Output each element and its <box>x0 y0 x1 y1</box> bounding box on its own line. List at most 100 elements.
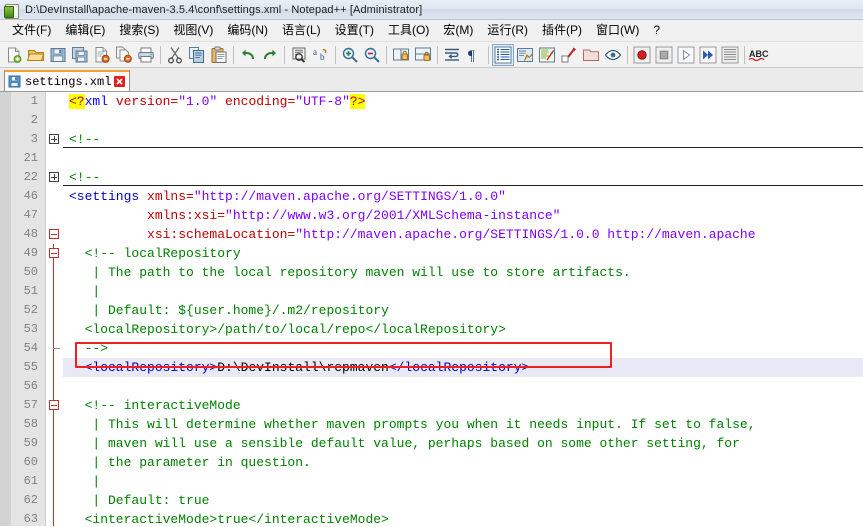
fold-margin[interactable] <box>46 263 63 282</box>
open-file-icon[interactable] <box>25 44 47 66</box>
code-line[interactable]: 46 <settings xmlns="http://maven.apache.o… <box>0 187 863 206</box>
code-text[interactable]: | <box>63 282 863 301</box>
code-line[interactable]: 63 <interactiveMode>true</interactiveMod… <box>0 510 863 526</box>
bookmark-margin[interactable] <box>0 263 11 282</box>
code-text[interactable]: | The path to the local repository maven… <box>63 263 863 282</box>
undo-icon[interactable] <box>237 44 259 66</box>
paste-icon[interactable] <box>208 44 230 66</box>
code-text[interactable]: --> <box>63 339 863 358</box>
fold-margin[interactable] <box>46 225 63 244</box>
find-icon[interactable] <box>288 44 310 66</box>
bookmark-margin[interactable] <box>0 377 11 396</box>
code-line[interactable]: 22 <!-- <box>0 168 863 187</box>
menu-edit[interactable]: 编辑(E) <box>58 21 112 40</box>
code-line[interactable]: 60 | the parameter in question. <box>0 453 863 472</box>
menu-search[interactable]: 搜索(S) <box>112 21 166 40</box>
code-line[interactable]: 59 | maven will use a sensible default v… <box>0 434 863 453</box>
stop-recording-icon[interactable] <box>653 44 675 66</box>
menu-plugins[interactable]: 插件(P) <box>535 21 589 40</box>
code-text[interactable]: <interactiveMode>true</interactiveMode> <box>63 510 863 526</box>
bookmark-margin[interactable] <box>0 320 11 339</box>
fold-margin[interactable] <box>46 187 63 206</box>
user-defined-language-icon[interactable] <box>514 44 536 66</box>
save-macro-icon[interactable] <box>719 44 741 66</box>
save-icon[interactable] <box>47 44 69 66</box>
code-line[interactable]: 21 <box>0 149 863 168</box>
code-line[interactable]: 56 <box>0 377 863 396</box>
code-text[interactable]: <!-- interactiveMode <box>63 396 863 415</box>
bookmark-margin[interactable] <box>0 244 11 263</box>
code-line[interactable]: 48 xsi:schemaLocation="http://maven.apac… <box>0 225 863 244</box>
menu-view[interactable]: 视图(V) <box>166 21 220 40</box>
code-line[interactable]: 61 | <box>0 472 863 491</box>
fold-margin[interactable] <box>46 491 63 510</box>
code-text[interactable]: xsi:schemaLocation="http://maven.apache.… <box>63 225 863 244</box>
fold-margin[interactable] <box>46 472 63 491</box>
cut-icon[interactable] <box>164 44 186 66</box>
code-text[interactable] <box>63 111 863 130</box>
new-file-icon[interactable] <box>3 44 25 66</box>
sync-vertical-scroll-icon[interactable] <box>390 44 412 66</box>
code-text[interactable]: | maven will use a sensible default valu… <box>63 434 863 453</box>
close-file-icon[interactable] <box>91 44 113 66</box>
fold-margin[interactable] <box>46 320 63 339</box>
bookmark-margin[interactable] <box>0 358 11 377</box>
code-text[interactable]: <!-- <box>63 168 863 187</box>
fold-margin[interactable] <box>46 377 63 396</box>
sync-horizontal-scroll-icon[interactable] <box>412 44 434 66</box>
fold-margin[interactable] <box>46 92 63 111</box>
fold-margin[interactable] <box>46 415 63 434</box>
code-line[interactable]: 47 xmlns:xsi="http://www.w3.org/2001/XML… <box>0 206 863 225</box>
code-editor[interactable]: 1 <?xml version="1.0" encoding="UTF-8"?> 2… <box>0 92 863 526</box>
fold-margin[interactable] <box>46 206 63 225</box>
code-text[interactable]: <?xml version="1.0" encoding="UTF-8"?> <box>63 92 863 111</box>
code-text[interactable] <box>63 149 863 168</box>
code-line[interactable]: 52 | Default: ${user.home}/.m2/repositor… <box>0 301 863 320</box>
bookmark-margin[interactable] <box>0 130 11 149</box>
menu-help[interactable]: ? <box>646 21 667 40</box>
code-line[interactable]: 2 <box>0 111 863 130</box>
fold-collapse-icon[interactable] <box>49 229 59 239</box>
show-all-characters-icon[interactable]: ¶ <box>463 44 485 66</box>
menu-window[interactable]: 窗口(W) <box>589 21 646 40</box>
bookmark-margin[interactable] <box>0 282 11 301</box>
bookmark-margin[interactable] <box>0 339 11 358</box>
bookmark-margin[interactable] <box>0 434 11 453</box>
zoom-out-icon[interactable] <box>361 44 383 66</box>
code-text[interactable]: | Default: true <box>63 491 863 510</box>
bookmark-margin[interactable] <box>0 168 11 187</box>
code-text[interactable]: xmlns:xsi="http://www.w3.org/2001/XMLSch… <box>63 206 863 225</box>
code-line[interactable]: 3 <!-- <box>0 130 863 149</box>
replace-icon[interactable]: ab <box>310 44 332 66</box>
fold-collapse-icon[interactable] <box>49 248 59 258</box>
bookmark-margin[interactable] <box>0 225 11 244</box>
fold-margin[interactable] <box>46 510 63 526</box>
fold-margin[interactable] <box>46 130 63 149</box>
menu-settings[interactable]: 设置(T) <box>328 21 381 40</box>
bookmark-margin[interactable] <box>0 396 11 415</box>
bookmark-margin[interactable] <box>0 472 11 491</box>
fold-margin[interactable] <box>46 244 63 263</box>
menu-file[interactable]: 文件(F) <box>5 21 58 40</box>
fold-margin[interactable] <box>46 168 63 187</box>
fold-expand-icon[interactable] <box>49 172 59 182</box>
code-text[interactable]: <localRepository>D:\DevInstall\repmaven<… <box>63 358 863 377</box>
bookmark-margin[interactable] <box>0 491 11 510</box>
show-preview-icon[interactable] <box>602 44 624 66</box>
spell-check-icon[interactable]: ABC <box>748 44 770 66</box>
print-icon[interactable] <box>135 44 157 66</box>
save-all-icon[interactable] <box>69 44 91 66</box>
bookmark-margin[interactable] <box>0 301 11 320</box>
code-line[interactable]: 51 | <box>0 282 863 301</box>
fold-margin[interactable] <box>46 149 63 168</box>
close-all-icon[interactable] <box>113 44 135 66</box>
bookmark-margin[interactable] <box>0 415 11 434</box>
play-multiple-macro-icon[interactable] <box>697 44 719 66</box>
bookmark-margin[interactable] <box>0 111 11 130</box>
record-macro-icon[interactable] <box>631 44 653 66</box>
code-text[interactable]: <settings xmlns="http://maven.apache.org… <box>63 187 863 206</box>
bookmark-margin[interactable] <box>0 453 11 472</box>
fold-margin[interactable] <box>46 396 63 415</box>
fold-margin[interactable] <box>46 111 63 130</box>
code-line[interactable]: 58 | This will determine whether maven p… <box>0 415 863 434</box>
